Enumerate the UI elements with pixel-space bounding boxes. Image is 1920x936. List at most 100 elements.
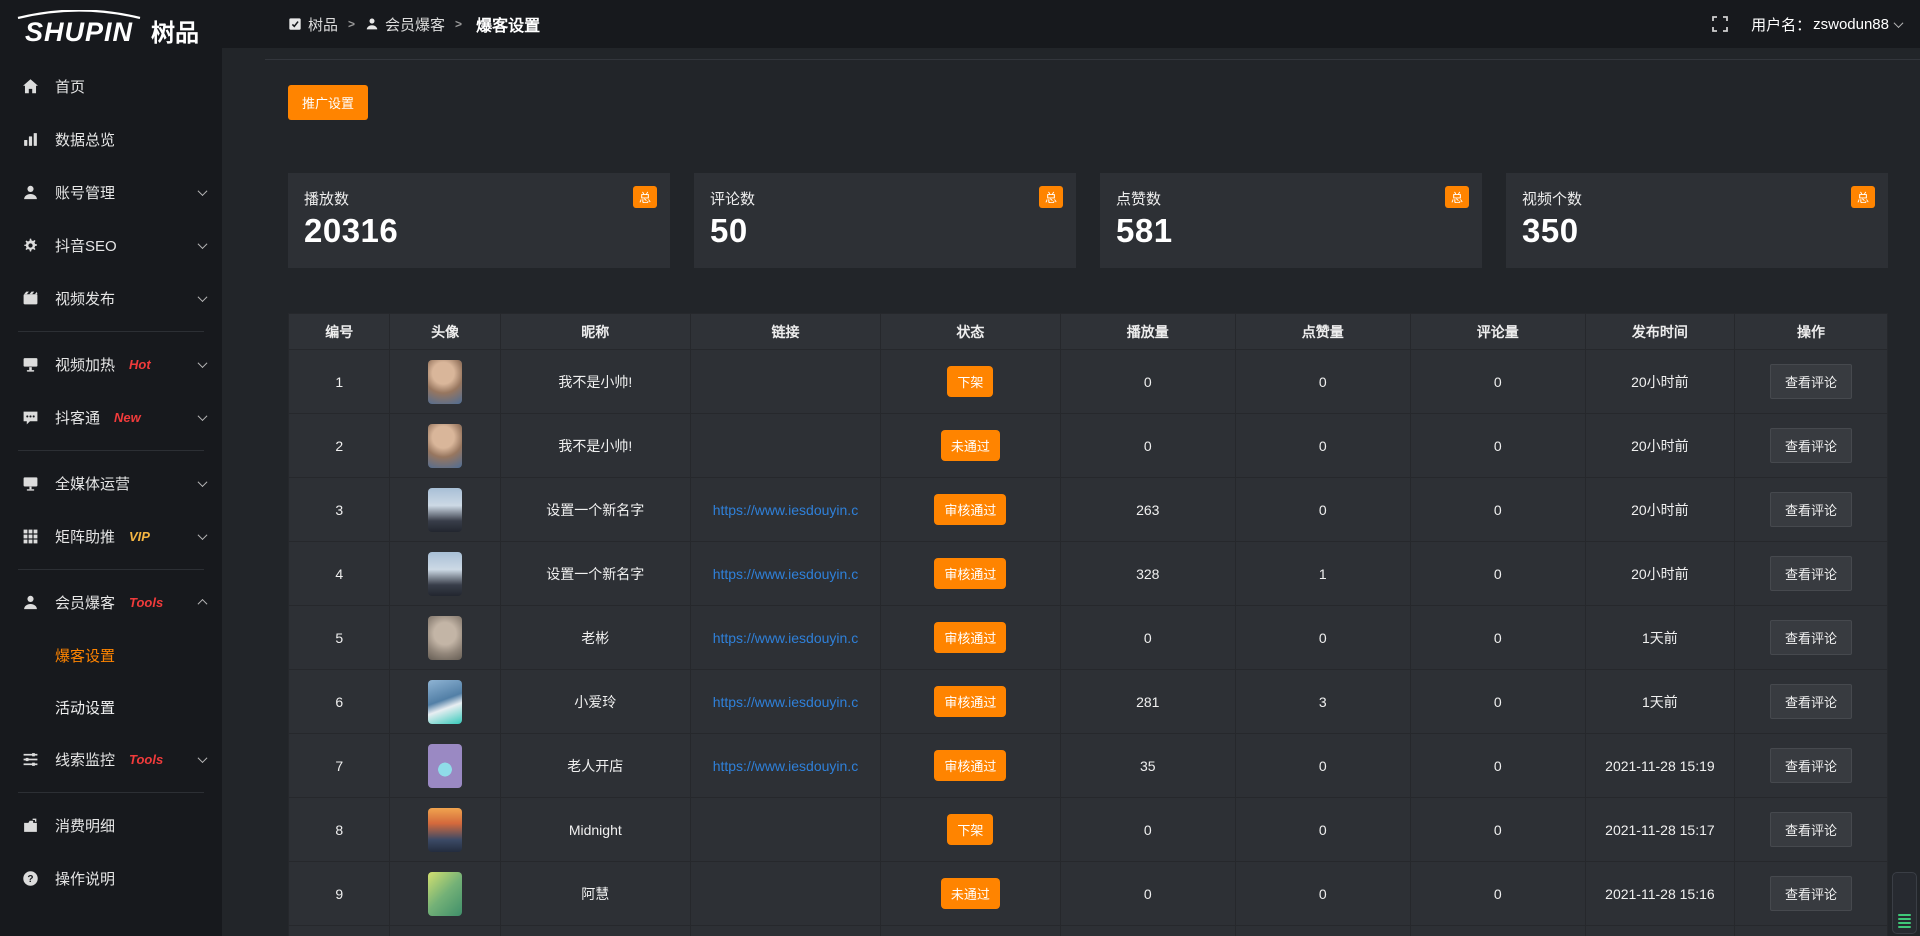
- breadcrumb-item[interactable]: 树品: [288, 14, 338, 35]
- video-link[interactable]: https://www.iesdouyin.c: [713, 566, 859, 582]
- cell-plays: 281: [1061, 670, 1236, 734]
- menu-divider: [18, 331, 204, 332]
- chat-icon: [22, 409, 39, 426]
- video-link[interactable]: https://www.iesdouyin.c: [713, 630, 859, 646]
- sidebar-menu: 首页数据总览账号管理抖音SEO视频发布视频加热Hot抖客通New全媒体运营矩阵助…: [0, 56, 222, 905]
- cell-publish-time: 2021-11-28 15:17: [1586, 798, 1735, 862]
- avatar: [428, 488, 462, 532]
- chevron-down-icon: [198, 411, 208, 421]
- status-badge[interactable]: 未通过: [941, 430, 1000, 461]
- status-badge[interactable]: 下架: [947, 366, 993, 397]
- cell-comments: 0: [1411, 606, 1586, 670]
- logo[interactable]: SHUPIN 树品: [0, 0, 222, 56]
- view-comments-button[interactable]: 查看评论: [1770, 428, 1852, 463]
- stat-label: 点赞数: [1116, 188, 1466, 209]
- gear-icon: [22, 237, 39, 254]
- sidebar-item-label: 视频加热: [55, 354, 115, 375]
- view-comments-button[interactable]: 查看评论: [1770, 364, 1852, 399]
- cell-comments: 0: [1411, 862, 1586, 926]
- monitor-icon: [22, 475, 39, 492]
- status-badge[interactable]: 审核通过: [934, 750, 1006, 781]
- breadcrumb-label: 爆客设置: [476, 12, 540, 36]
- view-comments-button[interactable]: 查看评论: [1770, 748, 1852, 783]
- sidebar-item-clue-monitor[interactable]: 线索监控Tools: [0, 733, 222, 786]
- cell-publish-time: 20小时前: [1586, 542, 1735, 606]
- status-badge[interactable]: 审核通过: [934, 622, 1006, 653]
- sidebar-item-label: 数据总览: [55, 129, 115, 150]
- menu-divider: [18, 450, 204, 451]
- cell-action: 查看评论: [1735, 606, 1887, 670]
- cell-id: 7: [289, 734, 390, 798]
- sidebar-item-expense-detail[interactable]: 消费明细: [0, 799, 222, 852]
- video-link[interactable]: https://www.iesdouyin.c: [713, 758, 859, 774]
- table-header-row: 编号头像昵称链接状态播放量点赞量评论量发布时间操作: [289, 314, 1887, 350]
- chevron-down-icon: [198, 477, 208, 487]
- sidebar-item-video-heat[interactable]: 视频加热Hot: [0, 338, 222, 391]
- avatar: [428, 808, 462, 852]
- cell-nickname: 设置一个新名字: [501, 542, 691, 606]
- sidebar-item-label: 矩阵助推: [55, 526, 115, 547]
- cell-avatar: [390, 542, 500, 606]
- status-badge[interactable]: 未通过: [941, 878, 1000, 909]
- sidebar-subitem-baoke-settings[interactable]: 爆客设置: [0, 629, 222, 681]
- chevron-up-icon: [198, 599, 208, 609]
- status-badge[interactable]: 下架: [947, 814, 993, 845]
- status-badge[interactable]: 审核通过: [934, 558, 1006, 589]
- sidebar-item-matrix-boost[interactable]: 矩阵助推VIP: [0, 510, 222, 563]
- cell-publish-time: [1586, 926, 1735, 936]
- view-comments-button[interactable]: 查看评论: [1770, 812, 1852, 847]
- sidebar-item-douyin-seo[interactable]: 抖音SEO: [0, 219, 222, 272]
- breadcrumb-item[interactable]: 会员爆客: [365, 14, 445, 35]
- cell-link: [691, 350, 881, 414]
- chevron-down-icon: [198, 530, 208, 540]
- view-comments-button[interactable]: 查看评论: [1770, 876, 1852, 911]
- sidebar-item-douketong[interactable]: 抖客通New: [0, 391, 222, 444]
- sidebar-item-label: 消费明细: [55, 815, 115, 836]
- table-row: 8Midnight下架0002021-11-28 15:17查看评论: [289, 798, 1887, 862]
- chevron-down-icon: [198, 239, 208, 249]
- total-badge: 总: [633, 186, 657, 208]
- view-comments-button[interactable]: 查看评论: [1770, 556, 1852, 591]
- sidebar-item-home[interactable]: 首页: [0, 60, 222, 113]
- sidebar-subitem-activity-settings[interactable]: 活动设置: [0, 681, 222, 733]
- view-comments-button[interactable]: 查看评论: [1770, 492, 1852, 527]
- cell-action: 查看评论: [1735, 862, 1887, 926]
- sidebar-item-tag: Tools: [129, 595, 163, 610]
- status-badge[interactable]: 审核通过: [934, 494, 1006, 525]
- cell-status: 审核通过: [881, 734, 1061, 798]
- sidebar-item-media-operation[interactable]: 全媒体运营: [0, 457, 222, 510]
- sidebar-item-video-publish[interactable]: 视频发布: [0, 272, 222, 325]
- person-icon: [365, 17, 379, 31]
- fullscreen-icon[interactable]: [1711, 15, 1729, 33]
- table-row: 1我不是小帅!下架00020小时前查看评论: [289, 350, 1887, 414]
- sidebar-item-label: 线索监控: [55, 749, 115, 770]
- cell-likes: 1: [1236, 542, 1411, 606]
- status-badge[interactable]: 审核通过: [934, 686, 1006, 717]
- cell-status: 审核通过: [881, 542, 1061, 606]
- cell-status: 审核通过: [881, 478, 1061, 542]
- column-header: 操作: [1735, 314, 1887, 350]
- sidebar-item-label: 首页: [55, 76, 85, 97]
- view-comments-button[interactable]: 查看评论: [1770, 684, 1852, 719]
- cell-likes: 0: [1236, 798, 1411, 862]
- sidebar-item-member-baoke[interactable]: 会员爆客Tools: [0, 576, 222, 629]
- avatar: [428, 680, 462, 724]
- sidebar-item-data-overview[interactable]: 数据总览: [0, 113, 222, 166]
- column-header: 昵称: [501, 314, 691, 350]
- cell-avatar: [390, 414, 500, 478]
- breadcrumb-label: 树品: [308, 14, 338, 35]
- cell-nickname: 阿慧: [501, 862, 691, 926]
- avatar: [428, 616, 462, 660]
- sidebar-item-operation-guide[interactable]: ?操作说明: [0, 852, 222, 905]
- view-comments-button[interactable]: 查看评论: [1770, 620, 1852, 655]
- sidebar-item-account-management[interactable]: 账号管理: [0, 166, 222, 219]
- floating-widget[interactable]: [1892, 872, 1917, 934]
- column-header: 头像: [390, 314, 500, 350]
- cell-link: [691, 414, 881, 478]
- table-row: 6小爱玲https://www.iesdouyin.c审核通过281301天前查…: [289, 670, 1887, 734]
- video-link[interactable]: https://www.iesdouyin.c: [713, 694, 859, 710]
- video-link[interactable]: https://www.iesdouyin.c: [713, 502, 859, 518]
- cell-status: 未通过: [881, 862, 1061, 926]
- user-menu[interactable]: 用户名：zswodun88: [1751, 14, 1902, 35]
- promotion-settings-button[interactable]: 推广设置: [288, 85, 368, 120]
